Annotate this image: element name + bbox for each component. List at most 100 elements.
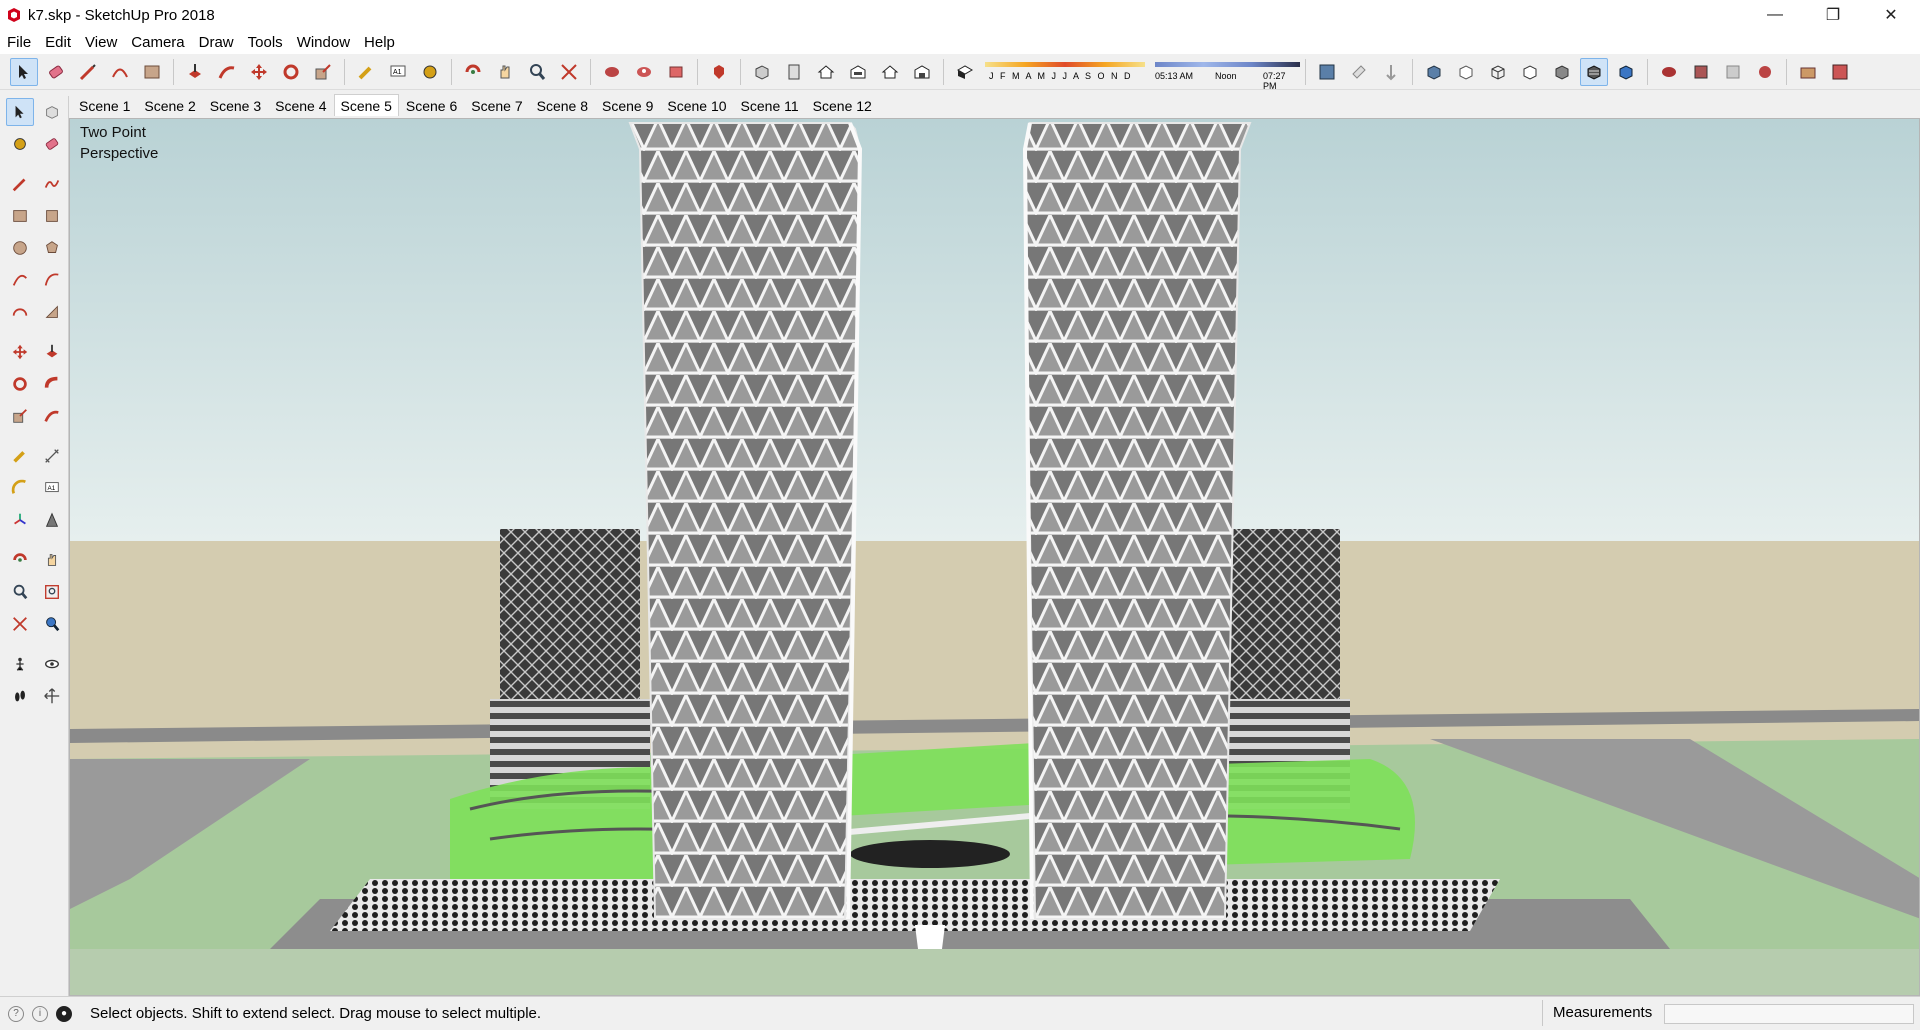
text-tool-icon[interactable]: A1 (384, 58, 412, 86)
orbit-icon[interactable] (459, 58, 487, 86)
menu-help[interactable]: Help (357, 34, 402, 51)
wireframe-icon[interactable] (1484, 58, 1512, 86)
select-icon[interactable] (6, 98, 34, 126)
make-component-icon[interactable] (38, 98, 66, 126)
two-point-arc-icon[interactable] (38, 266, 66, 294)
zoom-extents-icon[interactable] (555, 58, 583, 86)
pan-icon[interactable] (491, 58, 519, 86)
back-edges-icon[interactable] (1452, 58, 1480, 86)
tab-scene-1[interactable]: Scene 1 (72, 94, 137, 116)
shaded-textures-icon[interactable] (1580, 57, 1608, 86)
section-display-icon[interactable] (1345, 58, 1373, 86)
tab-scene-7[interactable]: Scene 7 (464, 94, 529, 116)
menu-draw[interactable]: Draw (192, 34, 241, 51)
dimension-icon[interactable] (38, 442, 66, 470)
close-button[interactable]: ✕ (1862, 0, 1920, 30)
eraser-tool-icon[interactable] (38, 130, 66, 158)
extension-2-icon[interactable] (1719, 58, 1747, 86)
three-point-arc-icon[interactable] (6, 298, 34, 326)
shadow-time-slider[interactable]: 05:13 AM Noon 07:27 PM (1155, 59, 1300, 91)
rotate-tool-icon[interactable] (6, 370, 34, 398)
tab-scene-5[interactable]: Scene 5 (333, 94, 399, 116)
section-plane-icon[interactable] (1313, 58, 1341, 86)
scale-tool-icon[interactable] (6, 402, 34, 430)
extension-1-icon[interactable] (1687, 58, 1715, 86)
zoom-icon[interactable] (523, 58, 551, 86)
look-around-icon[interactable] (38, 650, 66, 678)
zoom-window-icon[interactable] (38, 578, 66, 606)
rectangle-tool-icon[interactable] (138, 58, 166, 86)
orbit-tool-icon[interactable] (6, 546, 34, 574)
tab-scene-8[interactable]: Scene 8 (530, 94, 595, 116)
zoom-tool-icon[interactable] (6, 578, 34, 606)
menu-view[interactable]: View (78, 34, 124, 51)
paint-bucket-icon[interactable] (416, 58, 444, 86)
tab-scene-9[interactable]: Scene 9 (595, 94, 660, 116)
circle-icon[interactable] (6, 234, 34, 262)
shadow-month-slider[interactable]: J F M A M J J A S O N D (985, 59, 1145, 85)
measurements-input[interactable] (1664, 1004, 1914, 1024)
tape-measure-icon[interactable] (352, 58, 380, 86)
move-tool-icon[interactable] (6, 338, 34, 366)
freehand-icon[interactable] (38, 170, 66, 198)
protractor-icon[interactable] (6, 474, 34, 502)
menu-tools[interactable]: Tools (241, 34, 290, 51)
previous-view-icon[interactable] (38, 610, 66, 638)
walk-icon[interactable] (6, 682, 34, 710)
menu-file[interactable]: File (0, 34, 38, 51)
move-icon[interactable] (245, 58, 273, 86)
pencil-icon[interactable] (6, 170, 34, 198)
arc-tool-icon[interactable] (106, 58, 134, 86)
shadows-toggle-icon[interactable] (951, 58, 979, 86)
right-view-icon[interactable] (844, 58, 872, 86)
scale-icon[interactable] (309, 58, 337, 86)
extension-3-icon[interactable] (1751, 58, 1779, 86)
offset-tool-icon[interactable] (38, 402, 66, 430)
rotated-rectangle-icon[interactable] (38, 202, 66, 230)
eraser-icon[interactable] (42, 58, 70, 86)
extension-5-icon[interactable] (1826, 58, 1854, 86)
geolocation-icon[interactable]: ? (8, 1005, 24, 1022)
user-account-icon[interactable]: ● (56, 1005, 72, 1022)
section-cut-icon[interactable] (1377, 58, 1405, 86)
extension-warehouse-icon[interactable] (662, 58, 690, 86)
back-view-icon[interactable] (876, 58, 904, 86)
axes-icon[interactable] (6, 506, 34, 534)
hidden-line-icon[interactable] (1516, 58, 1544, 86)
component-icon[interactable] (1655, 58, 1683, 86)
left-view-icon[interactable] (908, 58, 936, 86)
push-pull-icon[interactable] (181, 58, 209, 86)
model-viewport[interactable] (69, 118, 1920, 996)
position-camera-icon[interactable] (6, 650, 34, 678)
follow-me-icon[interactable] (38, 370, 66, 398)
share-model-icon[interactable] (630, 58, 658, 86)
line-tool-icon[interactable] (74, 58, 102, 86)
menu-window[interactable]: Window (290, 34, 357, 51)
minimize-button[interactable]: — (1746, 0, 1804, 30)
xray-icon[interactable] (1420, 58, 1448, 86)
select-tool-icon[interactable] (10, 57, 38, 86)
tab-scene-10[interactable]: Scene 10 (660, 94, 733, 116)
offset-icon[interactable] (213, 58, 241, 86)
text-icon[interactable]: A1 (38, 474, 66, 502)
tab-scene-11[interactable]: Scene 11 (734, 94, 806, 116)
section-plane-tool-icon[interactable] (38, 682, 66, 710)
iso-view-icon[interactable] (748, 58, 776, 86)
front-view-icon[interactable] (812, 58, 840, 86)
rectangle-icon[interactable] (6, 202, 34, 230)
pie-icon[interactable] (38, 298, 66, 326)
3d-text-icon[interactable] (38, 506, 66, 534)
tape-measure-tool-icon[interactable] (6, 442, 34, 470)
extension-4-icon[interactable] (1794, 58, 1822, 86)
ruby-icon[interactable] (705, 58, 733, 86)
monochrome-icon[interactable] (1612, 58, 1640, 86)
tab-scene-6[interactable]: Scene 6 (399, 94, 464, 116)
menu-camera[interactable]: Camera (124, 34, 191, 51)
menu-edit[interactable]: Edit (38, 34, 78, 51)
arc-icon[interactable] (6, 266, 34, 294)
paint-icon[interactable] (6, 130, 34, 158)
tab-scene-2[interactable]: Scene 2 (137, 94, 202, 116)
shaded-icon[interactable] (1548, 58, 1576, 86)
credits-icon[interactable]: i (32, 1005, 48, 1022)
push-pull-tool-icon[interactable] (38, 338, 66, 366)
